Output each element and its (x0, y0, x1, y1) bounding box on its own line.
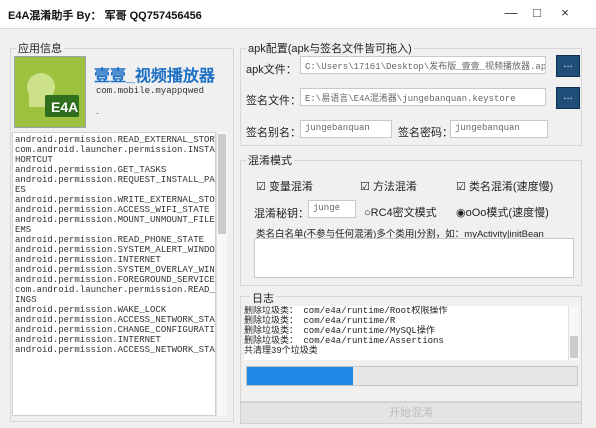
permission-item: android.permission.READ_PHONE_STATE (15, 235, 205, 245)
app-name: 壹壹_视频播放器 (94, 68, 215, 85)
close-button[interactable]: × (554, 4, 576, 22)
permission-item: android.permission.REQUEST_INSTALL_PACKA… (15, 175, 216, 185)
start-button[interactable]: 开始混淆 (240, 402, 582, 424)
permission-item: android.permission.INTERNET (15, 335, 161, 345)
whitelist-input[interactable] (254, 238, 574, 278)
permission-item: EMS (15, 225, 32, 235)
window-title: E4A混淆助手 By： 军哥 QQ757456456 (8, 10, 202, 22)
radio-rc4[interactable]: ○RC4密文模式 (364, 204, 437, 220)
radio-on-icon[interactable]: ◉ (456, 207, 466, 219)
alias-label: 签名别名： (246, 127, 301, 139)
permission-item: android.permission.READ_EXTERNAL_STORAGE (15, 135, 216, 145)
log-group-label: 日志 (250, 290, 276, 306)
option-classname[interactable]: ☑ 类名混淆(速度慢) (456, 178, 553, 194)
permission-item: android.permission.INTERNET (15, 255, 161, 265)
permissions-scroll-thumb[interactable] (218, 134, 226, 234)
log-line: 删除垃圾类： com/e4a/runtime/R (244, 316, 396, 326)
permission-item: ES (15, 185, 26, 195)
permissions-list[interactable]: android.permission.READ_EXTERNAL_STORAGE… (12, 132, 216, 416)
mix-mode-group-label: 混淆模式 (246, 152, 294, 168)
apk-file-label: apk文件： (246, 64, 297, 76)
app-icon: E4A (14, 56, 86, 128)
alias-field[interactable]: jungebanquan (300, 120, 392, 138)
permission-item: android.permission.ACCESS_NETWORK_STATE (15, 315, 216, 325)
radio-off-icon[interactable]: ○ (364, 207, 371, 219)
log-scrollbar[interactable] (568, 306, 579, 360)
apk-config-group-label: apk配置(apk与签名文件皆可拖入) (246, 40, 414, 56)
progress-fill (247, 367, 353, 385)
sign-file-field[interactable]: E:\易语言\E4A混淆器\jungebanquan.keystore (300, 88, 546, 106)
permission-item: INGS (15, 295, 37, 305)
log-output[interactable]: 删除垃圾类： com/e4a/runtime/Root权限操作 删除垃圾类： co… (244, 306, 568, 360)
permissions-scrollbar[interactable] (216, 132, 227, 416)
log-line: 删除垃圾类： com/e4a/runtime/Assertions (244, 336, 444, 346)
permission-item: android.permission.ACCESS_WIFI_STATE (15, 205, 210, 215)
radio-ooo[interactable]: ◉oOo模式(速度慢) (456, 204, 549, 220)
apk-file-field[interactable]: C:\Users\17161\Desktop\发布版_壹壹_视频播放器.apk (300, 56, 546, 74)
package-name: com.mobile.myappqwed (96, 86, 205, 96)
log-line: 删除垃圾类： com/e4a/runtime/Root权限操作 (244, 306, 448, 316)
permission-item: com.android.launcher.permission.READ_SET… (15, 285, 216, 295)
minimize-button[interactable]: — (500, 4, 522, 22)
browse-sign-button[interactable]: ... (556, 87, 580, 109)
package-suffix: . (96, 106, 99, 116)
permission-item: android.permission.FOREGROUND_SERVICE (15, 275, 215, 285)
key-field[interactable]: junge (308, 200, 356, 218)
svg-text:E4A: E4A (51, 99, 78, 115)
option-method[interactable]: ☑ 方法混淆 (360, 178, 417, 194)
checkbox-icon[interactable]: ☑ (360, 181, 370, 193)
permission-item: android.permission.GET_TASKS (15, 165, 167, 175)
log-line: 删除垃圾类： com/e4a/runtime/MySQL操作 (244, 326, 435, 336)
password-field[interactable]: jungebanquan (450, 120, 548, 138)
permission-item: android.permission.WRITE_EXTERNAL_STORAG… (15, 195, 216, 205)
title-bar: E4A混淆助手 By： 军哥 QQ757456456 — □ × (0, 0, 596, 29)
browse-apk-button[interactable]: ... (556, 55, 580, 77)
android-e4a-icon: E4A (15, 57, 85, 127)
permission-item: HORTCUT (15, 155, 53, 165)
permission-item: android.permission.SYSTEM_OVERLAY_WINDOW (15, 265, 216, 275)
log-line: 共清理39个垃圾类 (244, 346, 318, 356)
permission-item: com.android.launcher.permission.INSTALL_… (15, 145, 216, 155)
sign-file-label: 签名文件： (246, 95, 301, 107)
permission-item: android.permission.CHANGE_CONFIGURATION (15, 325, 216, 335)
password-label: 签名密码： (398, 127, 453, 139)
permission-item: android.permission.SYSTEM_ALERT_WINDOW (15, 245, 216, 255)
checkbox-icon[interactable]: ☑ (256, 181, 266, 193)
permission-item: android.permission.WAKE_LOCK (15, 305, 167, 315)
maximize-button[interactable]: □ (526, 4, 548, 22)
option-variable[interactable]: ☑ 变量混淆 (256, 178, 313, 194)
permission-item: android.permission.MOUNT_UNMOUNT_FILESYS… (15, 215, 216, 225)
app-info-group-label: 应用信息 (16, 40, 64, 56)
key-label: 混淆秘钥： (254, 208, 309, 220)
progress-bar (246, 366, 578, 386)
checkbox-icon[interactable]: ☑ (456, 181, 466, 193)
log-scroll-thumb[interactable] (570, 336, 578, 358)
permission-item: android.permission.ACCESS_NETWORK_STATE (15, 345, 216, 355)
